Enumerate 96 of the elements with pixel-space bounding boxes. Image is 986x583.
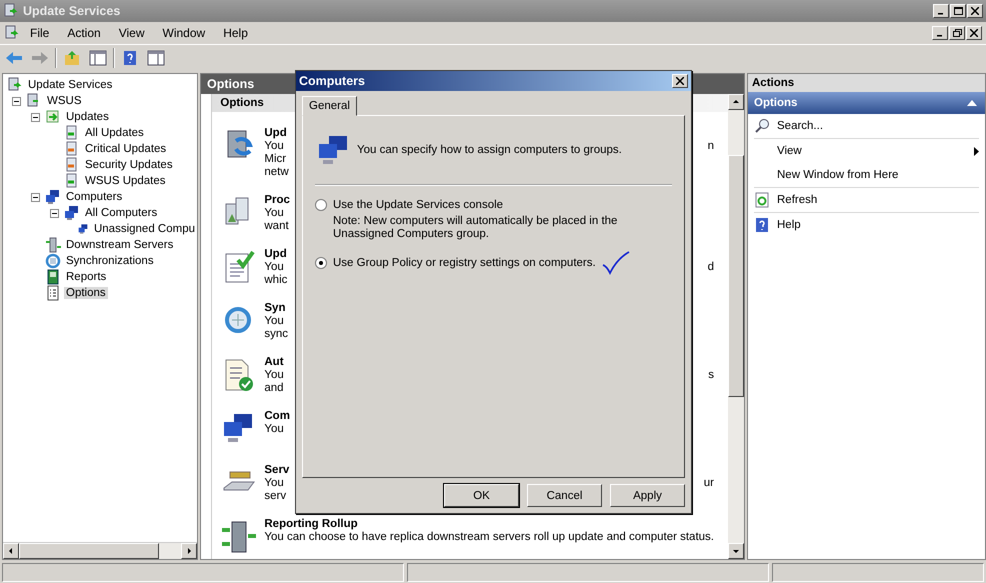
help-icon[interactable] (123, 50, 137, 66)
scroll-right-icon[interactable] (185, 547, 193, 555)
tree-item[interactable]: Synchronizations (64, 255, 156, 267)
tree-item[interactable]: Reports (64, 271, 108, 283)
option-description: You (264, 140, 284, 153)
minimize-button[interactable] (932, 26, 948, 40)
option-description: sync (264, 328, 288, 341)
tree-item[interactable]: All Computers (83, 207, 160, 219)
option-description: You (264, 477, 284, 490)
intro-text: You can specify how to assign computers to groups. (357, 144, 622, 156)
tree-item[interactable]: Critical Updates (83, 143, 168, 155)
option-description: ur (704, 477, 714, 490)
command-link[interactable]: View (777, 145, 967, 157)
options-icon (45, 285, 61, 301)
dialog-button[interactable]: Cancel (527, 484, 602, 507)
option-description: whic (264, 274, 288, 287)
scroll-down-icon[interactable] (732, 547, 740, 555)
maximize-button[interactable] (950, 4, 966, 18)
close-icon[interactable] (971, 7, 979, 15)
radio-label[interactable]: Use the Update Services console (333, 199, 504, 211)
menu-item[interactable]: Window (154, 24, 214, 42)
collapse-icon[interactable] (30, 192, 40, 202)
restore-button[interactable] (949, 26, 965, 40)
close-icon[interactable] (970, 29, 978, 37)
dialog-title: Computers (299, 74, 365, 88)
root-icon (7, 77, 23, 93)
option-description: You (264, 261, 284, 274)
root-icon (3, 3, 19, 19)
tab[interactable]: General (302, 96, 357, 116)
close-button[interactable] (967, 4, 983, 18)
tree-item[interactable]: Unassigned Compu (92, 223, 197, 235)
radio-label[interactable]: Use Group Policy or registry settings on computers. (333, 257, 596, 269)
refresh-icon (755, 192, 769, 208)
option-description: You can choose to have replica downstream servers roll up update and computer status. (264, 531, 714, 544)
radio-button[interactable] (315, 199, 327, 211)
vertical-scrollbar[interactable] (728, 94, 744, 559)
search-icon (754, 118, 770, 134)
command-link[interactable]: Refresh (777, 194, 979, 206)
radio-button[interactable] (315, 257, 327, 269)
tree-item[interactable]: Options (64, 287, 108, 299)
tree-item[interactable]: WSUS (45, 95, 84, 107)
maximize-icon[interactable] (954, 7, 962, 15)
root-icon (4, 25, 20, 41)
option-title[interactable]: Reporting Rollup (264, 518, 714, 531)
option-description: want (264, 220, 289, 233)
close-button[interactable] (966, 26, 982, 40)
dialog-button[interactable]: Apply (610, 484, 685, 507)
collapse-icon[interactable] (12, 96, 20, 106)
updates-icon (45, 109, 61, 125)
option-description: You (264, 423, 284, 436)
tree-item[interactable]: Computers (64, 191, 124, 203)
tree-pane-icon[interactable] (89, 50, 107, 66)
menu-item[interactable]: Help (215, 24, 256, 42)
option-description: serv (264, 490, 286, 503)
help-icon (755, 217, 769, 233)
submenu-arrow-icon (974, 146, 979, 156)
tree-item[interactable]: Security Updates (83, 159, 175, 171)
sync-icon (45, 253, 61, 269)
scroll-left-icon[interactable] (7, 547, 15, 555)
option-description: netw (264, 166, 289, 179)
option-description: s (708, 369, 714, 382)
note-text: Note: New computers will automatically be placed in the Unassigned Computers group. (332, 215, 618, 241)
menu-item[interactable]: Action (59, 24, 109, 42)
option-description: and (264, 382, 284, 395)
option-description: You (264, 207, 284, 220)
option-description: d (708, 261, 714, 274)
reports-icon (45, 269, 61, 285)
computers-icon (45, 189, 61, 205)
menu-item[interactable]: View (110, 24, 152, 42)
action-pane-icon[interactable] (147, 50, 165, 66)
collapse-icon[interactable] (30, 112, 40, 122)
command-link[interactable]: Search... (777, 120, 979, 132)
horizontal-scrollbar[interactable] (3, 542, 197, 559)
minimize-button[interactable] (933, 4, 949, 18)
dialog-button[interactable]: OK (444, 484, 519, 507)
section-header[interactable]: Options (748, 92, 985, 114)
option-description: Micr (264, 153, 286, 166)
tree-item[interactable]: WSUS Updates (83, 175, 168, 187)
close-icon[interactable] (676, 77, 684, 85)
command-link[interactable]: Help (777, 219, 979, 231)
option-description: You (264, 369, 284, 382)
option-description: You (264, 315, 284, 328)
restore-icon[interactable] (952, 29, 962, 37)
command-link[interactable]: New Window from Here (777, 169, 979, 181)
scroll-up-icon[interactable] (732, 98, 740, 106)
tree-item[interactable]: Updates (64, 111, 111, 123)
option-description: n (708, 140, 714, 153)
tree-item[interactable]: All Updates (83, 127, 146, 139)
collapse-icon[interactable] (50, 208, 58, 218)
tree-item[interactable]: Update Services (26, 79, 114, 91)
pane-header: Actions (748, 74, 985, 92)
menu-item[interactable]: File (22, 24, 58, 42)
downstream-icon (45, 237, 61, 253)
window-title: Update Services (23, 4, 122, 18)
close-button[interactable] (672, 74, 688, 88)
tree-item[interactable]: Downstream Servers (64, 239, 176, 251)
